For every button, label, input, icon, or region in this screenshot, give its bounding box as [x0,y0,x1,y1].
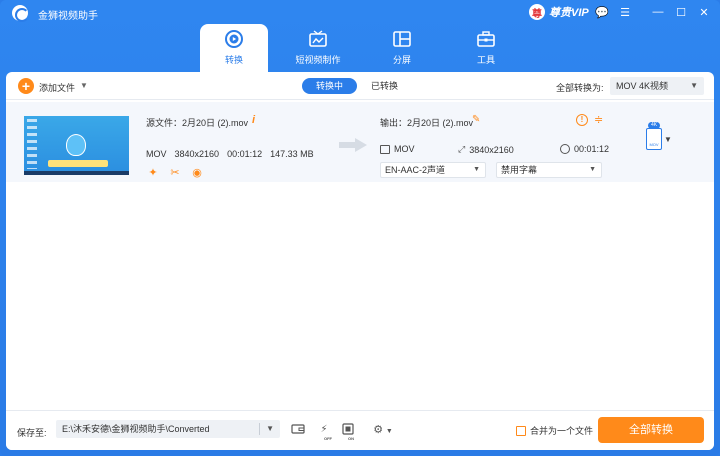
add-file-icon[interactable]: + [18,78,34,94]
format-badge-top: 4K [648,122,660,129]
folder-glyph [291,424,305,434]
toolbox-icon [477,31,495,47]
save-path-value: E:\沐禾安德\金狮视频助手\Converted [62,424,210,434]
output-duration: 00:01:12 [574,144,610,154]
thumbnail-taskbar [24,171,129,175]
film-icon [380,144,390,154]
tab-tools[interactable]: 工具 [452,24,520,72]
source-size: 147.33 MB [270,149,314,159]
tab-convert[interactable]: 转换 [200,24,268,72]
status-segment: 转换中 已转换 [302,78,412,94]
gpu-acceleration-icon[interactable]: ⚡ OFF [316,422,332,441]
chevron-down-icon[interactable]: ▼ [80,81,88,90]
chevron-down-icon[interactable]: ▼ [664,135,672,144]
source-resolution: 3840x2160 [174,149,220,159]
video-thumbnail[interactable] [24,116,129,175]
close-icon[interactable]: ✕ [696,4,712,20]
edit-tools: ✦ ✂ ◉ [147,167,203,179]
output-resolution: 3840x2160 [469,144,514,155]
merge-checkbox-group[interactable]: 合并为一个文件 [516,424,593,437]
maximize-icon[interactable]: ☐ [673,4,689,20]
add-file-button[interactable]: 添加文件 [39,81,75,94]
format-badge-icon[interactable]: 4K MOV [646,122,662,150]
output-file-label: 输出：2月20日 (2).mov [380,118,474,128]
minimize-icon[interactable]: — [650,4,666,20]
tab-split-screen[interactable]: 分屏 [368,24,436,72]
format-badge-text: MOV [649,142,659,147]
desktop-icons [27,119,37,169]
hardware-encode-icon[interactable]: ON [340,422,356,441]
vip-icon: 尊 [529,4,545,20]
chevron-down-icon: ▼ [690,81,698,90]
output-format: MOV [394,144,415,154]
audio-track-select[interactable]: EN-AAC-2声道 ▼ [380,162,486,178]
pencil-icon[interactable]: ✎ [472,114,480,125]
file-row: 源文件：2月20日 (2).mov i MOV 3840x2160 00:01:… [6,102,714,182]
app-title: 金狮视频助手 [38,11,98,22]
source-meta: MOV 3840x2160 00:01:12 147.33 MB [146,149,314,159]
hw-on-label: ON [348,436,354,441]
chevron-down-icon: ▼ [266,424,274,433]
audio-track-value: EN-AAC-2声道 [385,165,446,175]
save-to-label: 保存至: [17,428,47,438]
scissors-icon[interactable]: ✂ [169,167,181,179]
magic-wand-icon[interactable]: ✦ [147,167,159,179]
chat-icon[interactable]: 💬 [594,4,610,20]
divider [259,423,260,435]
tab-converted[interactable]: 已转换 [357,78,412,94]
folder-icon[interactable] [290,422,306,438]
vip-badge[interactable]: 尊 尊贵VIP [529,3,589,21]
info-icon[interactable]: i [252,114,255,126]
convert-icon [225,30,243,48]
app-logo-icon [12,5,29,22]
convert-all-label: 全部转换为: [556,83,604,93]
merge-checkbox[interactable] [516,425,526,436]
merge-label: 合并为一个文件 [530,426,594,436]
settings-dropdown[interactable]: ⚙ ▼ [368,422,398,438]
tab-label: 工具 [476,55,495,65]
subtitle-select[interactable]: 禁用字幕 ▼ [496,162,602,178]
vip-label: 尊贵VIP [549,7,589,19]
tab-label: 短视频制作 [295,55,341,65]
output-resolution-group: ⤢ 3840x2160 [458,144,514,155]
app-window: 金狮视频助手 尊 尊贵VIP 💬 ☰ — ☐ ✕ 转换 短视频制作 分屏 工具 … [0,0,720,456]
chevron-down-icon: ▼ [473,166,480,173]
output-meta: MOV ⤢ 3840x2160 00:01:12 [380,144,610,156]
convert-all-button[interactable]: 全部转换 [598,417,704,443]
subtitle-value: 禁用字幕 [501,165,538,175]
output-format-select[interactable]: MOV 4K视频 ▼ [610,77,704,95]
chevron-down-icon: ▼ [385,428,393,435]
output-settings-icon[interactable]: ≑ [594,113,603,126]
tv-icon [309,30,327,47]
bottom-bar: 保存至: E:\沐禾安德\金狮视频助手\Converted ▼ ⚡ OFF ON… [6,410,714,450]
chevron-down-icon: ▼ [589,166,596,173]
source-file-label: 源文件：2月20日 (2).mov [146,118,249,128]
mascot-image [66,134,86,156]
output-format-group: MOV [380,144,415,154]
tab-label: 分屏 [392,55,411,65]
gear-icon: ⚙ [373,424,384,436]
gpu-off-label: OFF [324,436,332,441]
title-bar: 金狮视频助手 尊 尊贵VIP 💬 ☰ — ☐ ✕ [0,0,720,24]
toolbar: + 添加文件 ▼ 转换中 已转换 全部转换为: MOV 4K视频 ▼ [6,72,714,100]
thumbnail-banner [48,160,108,167]
main-nav: 转换 短视频制作 分屏 工具 [200,24,520,72]
source-format: MOV [146,149,167,159]
source-duration: 00:01:12 [227,149,263,159]
tab-converting[interactable]: 转换中 [302,78,358,94]
content-panel: + 添加文件 ▼ 转换中 已转换 全部转换为: MOV 4K视频 ▼ 源文件：2… [6,72,714,450]
output-info-icon[interactable]: ! [576,114,588,126]
save-path-input[interactable]: E:\沐禾安德\金狮视频助手\Converted ▼ [56,420,280,438]
arrow-right-icon [339,138,367,152]
palette-icon[interactable]: ◉ [191,167,203,179]
output-duration-group: 00:01:12 [560,144,609,154]
tab-label: 转换 [224,55,243,65]
tab-short-video[interactable]: 短视频制作 [284,24,352,72]
split-screen-icon [393,31,411,47]
menu-icon[interactable]: ☰ [617,4,633,20]
clock-icon [560,144,570,154]
output-format-value: MOV 4K视频 [616,81,669,91]
resize-icon: ⤢ [458,144,466,154]
